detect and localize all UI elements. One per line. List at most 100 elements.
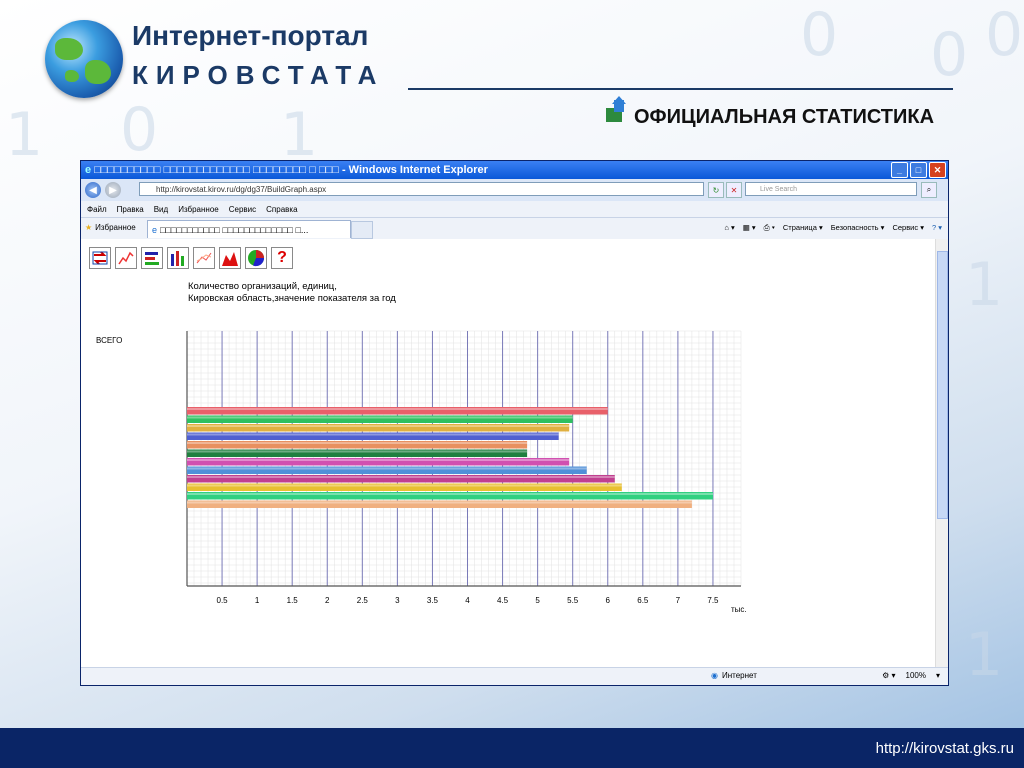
vertical-scrollbar[interactable] xyxy=(935,239,948,667)
area-chart-icon xyxy=(222,252,238,266)
globe-logo xyxy=(45,20,123,98)
bar xyxy=(187,483,622,491)
bar-highlight xyxy=(187,501,692,504)
zone-label: Интернет xyxy=(721,671,757,680)
bar-highlight xyxy=(187,416,573,419)
header-divider xyxy=(408,88,953,90)
scrollbar-thumb[interactable] xyxy=(937,251,948,519)
close-button[interactable]: ✕ xyxy=(929,162,946,178)
help-icon[interactable]: ? ▾ xyxy=(932,223,942,233)
bar-highlight xyxy=(187,459,570,461)
bar xyxy=(187,466,587,474)
favorites-label: Избранное xyxy=(95,223,136,232)
menu-edit[interactable]: Правка xyxy=(117,205,144,214)
y-axis-label: ВСЕГО xyxy=(96,336,123,345)
bar-highlight xyxy=(187,408,608,410)
line-chart-icon xyxy=(118,251,134,265)
address-input[interactable]: http://kirovstat.kirov.ru/dg/dg37/BuildG… xyxy=(139,182,704,196)
tab-bar: ★ Избранное e □□□□□□□□□□□ □□□□□□□□□□□□□ … xyxy=(81,218,948,241)
browser-window: e □□□□□□□□□□ □□□□□□□□□□□□□ □□□□□□□□ □ □□… xyxy=(80,160,949,686)
pie-chart-button[interactable] xyxy=(245,247,267,269)
vertical-bar-icon xyxy=(171,251,184,266)
x-tick-label: 1 xyxy=(255,596,260,605)
forward-button[interactable]: ▶ xyxy=(105,182,121,198)
background-digit: 1 xyxy=(5,100,44,170)
print-icon[interactable]: ⎙ ▾ xyxy=(764,223,775,233)
bar-highlight xyxy=(187,476,615,478)
minimize-button[interactable]: _ xyxy=(891,162,908,178)
x-axis-unit: тыс. xyxy=(731,605,747,614)
vertical-bar-button[interactable] xyxy=(167,247,189,269)
back-button[interactable]: ◀ xyxy=(85,182,101,198)
official-statistics-tagline: ОФИЦИАЛЬНАЯ СТАТИСТИКА xyxy=(634,106,935,128)
background-digit: 0 xyxy=(120,95,159,165)
x-tick-label: 2.5 xyxy=(357,596,369,605)
x-tick-label: 0.5 xyxy=(217,596,229,605)
home-icon[interactable]: ⌂ ▾ xyxy=(724,223,734,233)
zoom-level[interactable]: 100% xyxy=(906,671,926,680)
bar xyxy=(187,424,570,432)
area-chart-button[interactable] xyxy=(219,247,241,269)
maximize-button[interactable]: □ xyxy=(910,162,927,178)
x-tick-label: 7.5 xyxy=(707,596,719,605)
help-button[interactable]: ? xyxy=(271,247,293,269)
safety-menu[interactable]: Безопасность ▾ xyxy=(831,223,885,233)
search-icon[interactable]: ⌕ xyxy=(921,182,937,198)
bar xyxy=(187,415,573,423)
question-icon: ? xyxy=(277,249,287,266)
new-tab-button[interactable] xyxy=(351,221,373,239)
chart-title: Количество организаций, единиц, Кировска… xyxy=(188,281,396,305)
horizontal-bar-icon xyxy=(145,252,159,265)
menu-view[interactable]: Вид xyxy=(154,205,168,214)
menu-file[interactable]: Файл xyxy=(87,205,107,214)
horizontal-bar-button[interactable] xyxy=(141,247,163,269)
portal-subtitle: КИРОВСТАТА xyxy=(132,60,385,90)
menu-tools[interactable]: Сервис xyxy=(229,205,256,214)
statistics-logo-icon xyxy=(606,96,626,122)
feeds-icon[interactable]: ▦ ▾ xyxy=(743,223,756,233)
bar-highlight xyxy=(187,442,528,444)
bar xyxy=(187,441,528,449)
x-tick-label: 1.5 xyxy=(287,596,299,605)
chart-title-line2: Кировская область,значение показателя за… xyxy=(188,293,396,304)
multi-line-button[interactable] xyxy=(193,247,215,269)
menu-bar: Файл Правка Вид Избранное Сервис Справка xyxy=(81,201,948,218)
ie-page-icon: e xyxy=(152,224,158,235)
bar-highlight xyxy=(187,493,713,495)
menu-help[interactable]: Справка xyxy=(266,205,297,214)
menu-favorites[interactable]: Избранное xyxy=(178,205,219,214)
protected-mode-icon: ⚙ ▾ xyxy=(882,671,896,680)
line-chart-button[interactable] xyxy=(115,247,137,269)
bar-highlight xyxy=(187,484,622,487)
page-menu[interactable]: Страница ▾ xyxy=(783,223,823,233)
refresh-button[interactable]: ↻ xyxy=(708,182,724,198)
address-bar-row: ◀ ▶ http://kirovstat.kirov.ru/dg/dg37/Bu… xyxy=(81,179,948,201)
zoom-control[interactable]: ⚙ ▾ 100% ▾ xyxy=(882,671,940,680)
swap-icon xyxy=(92,251,108,265)
bar xyxy=(187,492,713,500)
multi-line-icon xyxy=(196,252,212,264)
x-tick-label: 3 xyxy=(395,596,400,605)
swap-axes-button[interactable] xyxy=(89,247,111,269)
tools-menu[interactable]: Сервис ▾ xyxy=(892,223,924,233)
x-tick-label: 4 xyxy=(465,596,470,605)
background-digit: 0 xyxy=(800,0,839,70)
tab-label: □□□□□□□□□□□ □□□□□□□□□□□□□ □... xyxy=(160,224,309,235)
x-tick-label: 6.5 xyxy=(637,596,649,605)
bar xyxy=(187,449,528,457)
browser-titlebar: e □□□□□□□□□□ □□□□□□□□□□□□□ □□□□□□□□ □ □□… xyxy=(81,161,948,179)
search-input[interactable]: Live Search xyxy=(745,182,917,196)
status-bar: ◉ Интернет ⚙ ▾ 100% ▾ xyxy=(81,667,948,685)
bar-highlight xyxy=(187,450,528,453)
favorites-button[interactable]: ★ Избранное xyxy=(85,223,136,232)
background-digit: 0 xyxy=(930,20,969,90)
x-tick-label: 4.5 xyxy=(497,596,509,605)
x-tick-label: 3.5 xyxy=(427,596,439,605)
stop-button[interactable]: ✕ xyxy=(726,182,742,198)
tab-current[interactable]: e □□□□□□□□□□□ □□□□□□□□□□□□□ □... xyxy=(147,220,351,238)
zoom-dropdown-icon[interactable]: ▾ xyxy=(936,671,940,680)
bar xyxy=(187,432,559,440)
bar xyxy=(187,475,615,483)
x-tick-label: 5 xyxy=(535,596,540,605)
x-tick-label: 6 xyxy=(606,596,611,605)
